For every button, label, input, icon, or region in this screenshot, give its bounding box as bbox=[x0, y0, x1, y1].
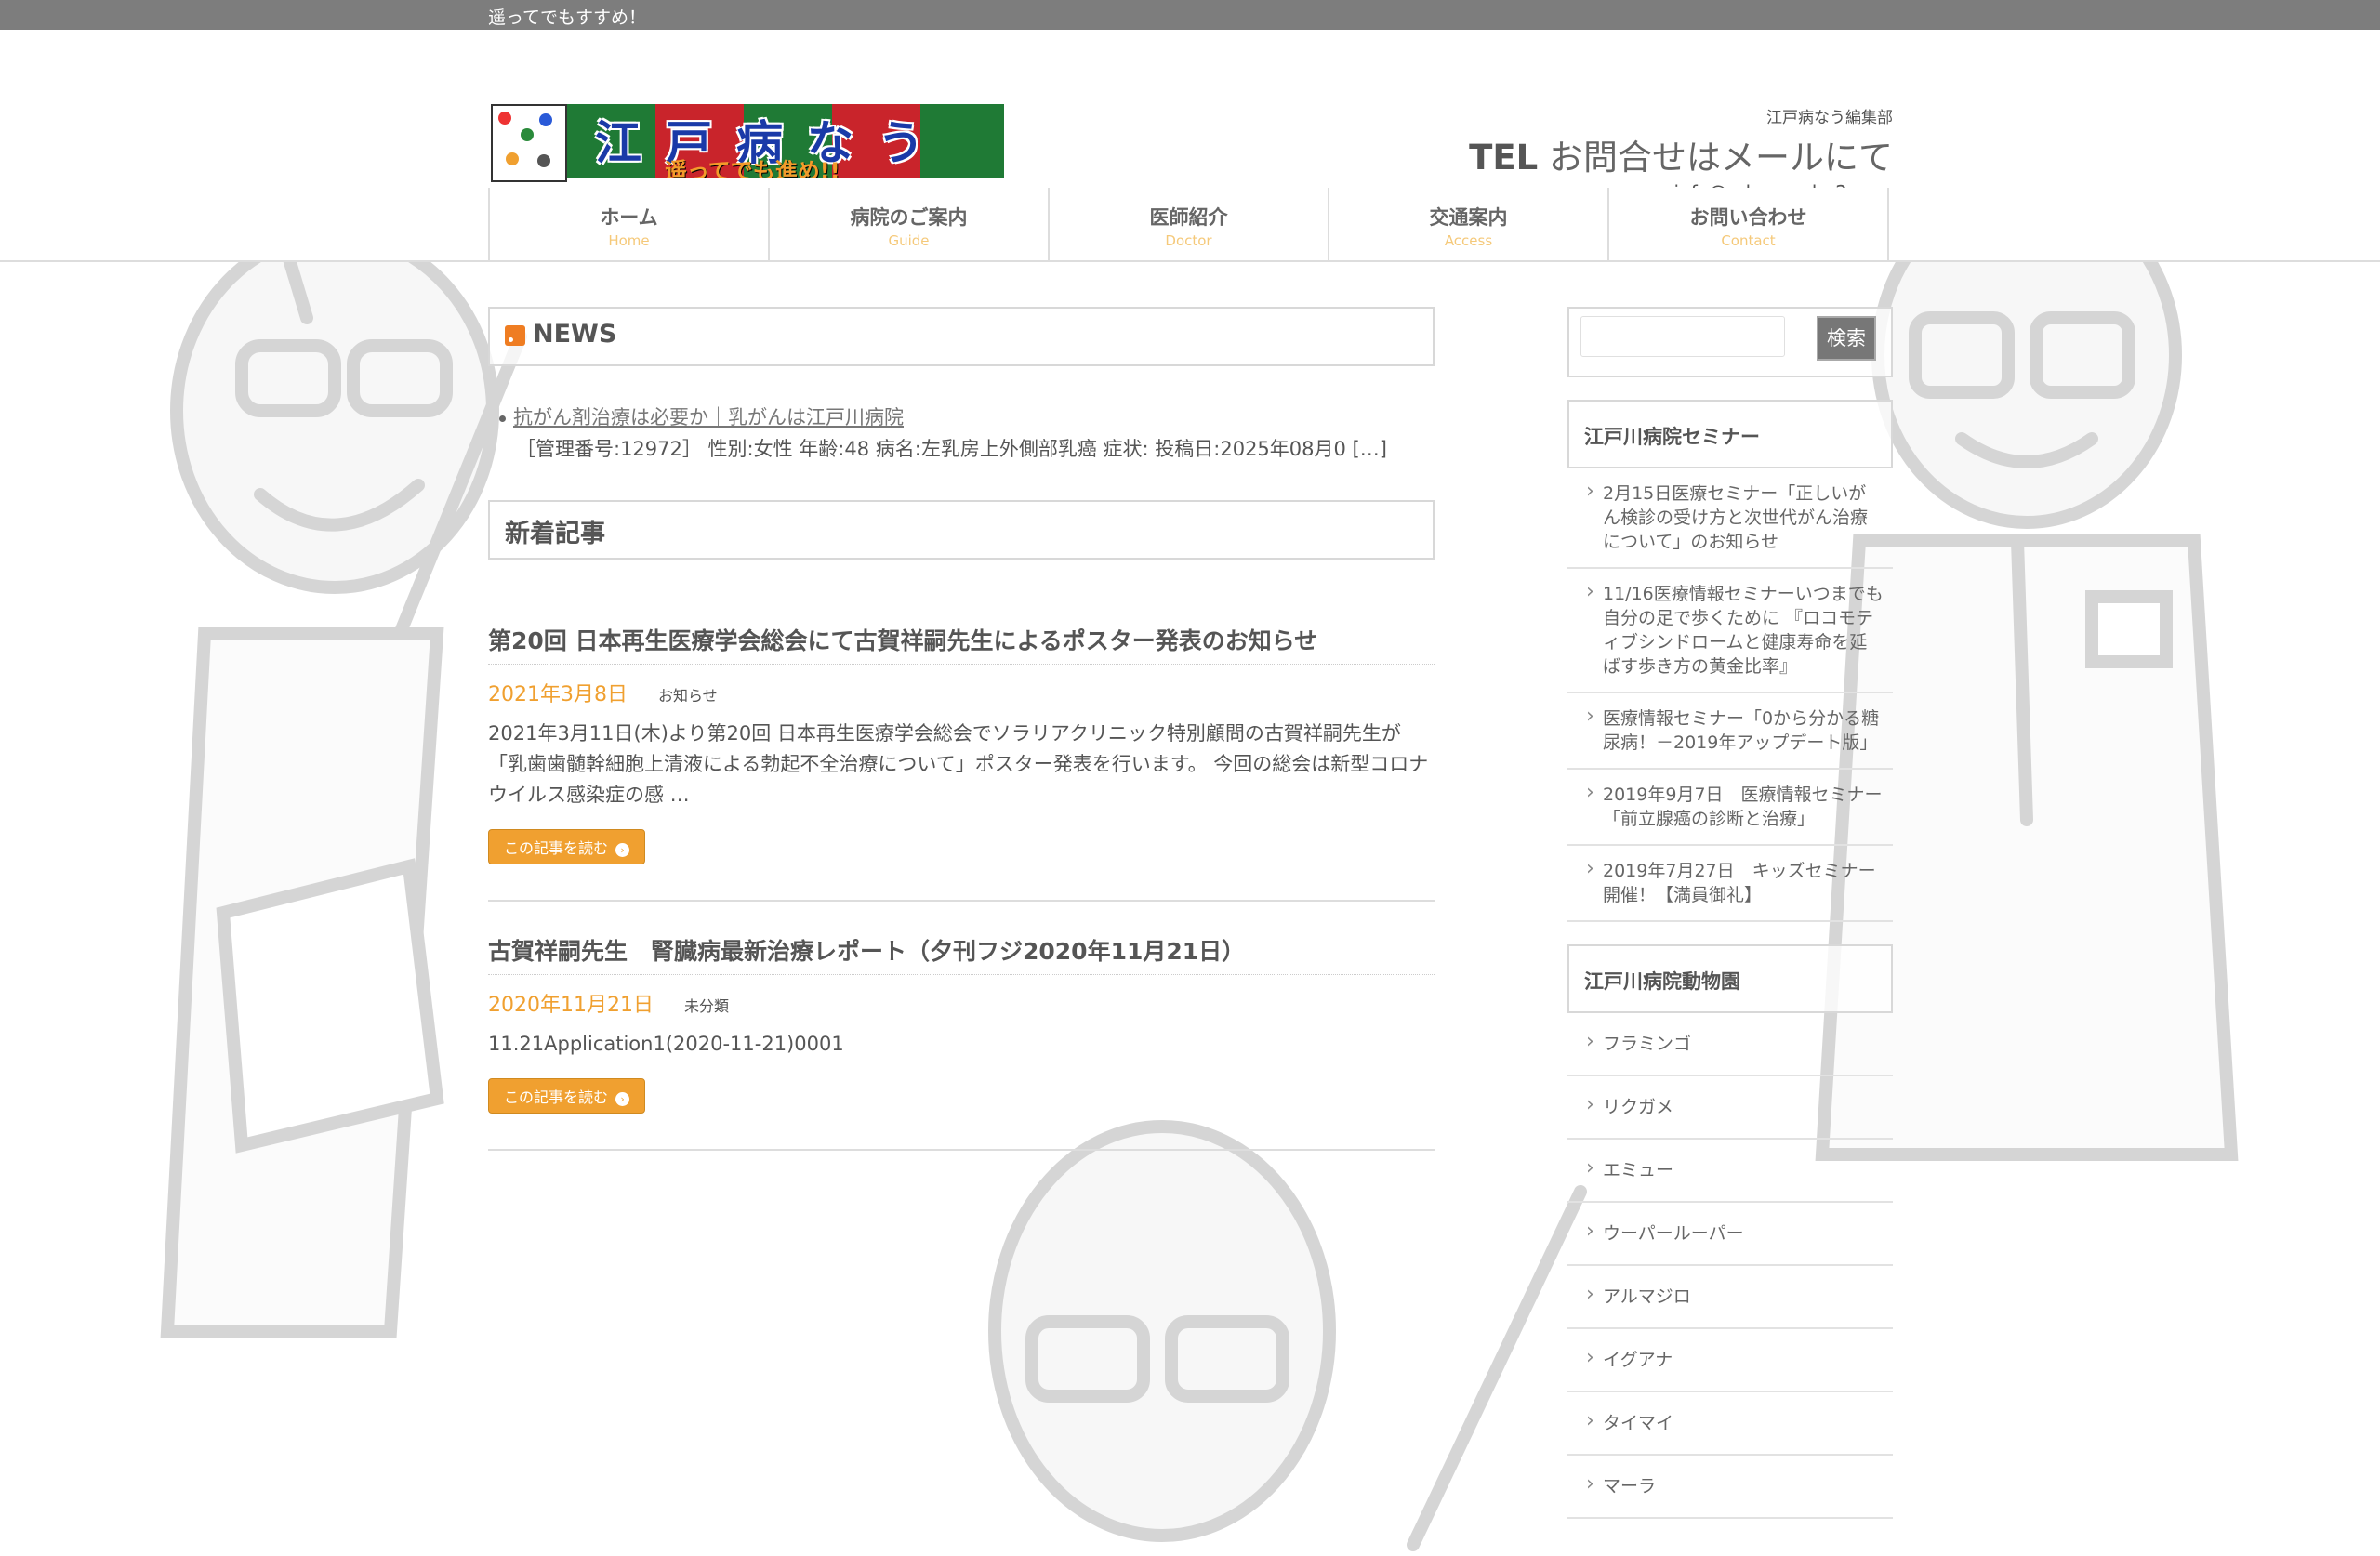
site-header: 江戸病なう 遥ってでも進め!! 江戸病なう編集部 TEL お問合せはメールにて … bbox=[0, 30, 2380, 204]
post-excerpt: 11.21Application1(2020-11-21)0001 bbox=[488, 1033, 844, 1055]
news-heading: NEWS bbox=[488, 307, 1435, 366]
site-logo[interactable]: 江戸病なう 遥ってでも進め!! bbox=[491, 74, 1004, 182]
seminar-item[interactable]: 2月15日医療セミナー「正しいがん検診の受け方と次世代がん治療について」のお知ら… bbox=[1567, 468, 1893, 569]
nav-item-contact[interactable]: お問い合わせ Contact bbox=[1609, 188, 1889, 260]
tel-label: TEL bbox=[1469, 138, 1539, 178]
news-heading-text: NEWS bbox=[533, 320, 617, 349]
latest-heading-text: 新着記事 bbox=[505, 520, 605, 548]
tel-text: お問合せはメールにて bbox=[1549, 138, 1893, 178]
news-item-excerpt: ［管理番号:12972］ 性別:女性 年齢:48 病名:左乳房上外側部乳癌 症状… bbox=[516, 438, 1387, 460]
search-input[interactable] bbox=[1580, 316, 1785, 357]
search-widget: 検索 bbox=[1567, 307, 1893, 377]
contact-dept: 江戸病なう編集部 bbox=[1766, 109, 1893, 127]
nav-sublabel: Doctor bbox=[1165, 232, 1212, 249]
zoo-item[interactable]: リクガメ bbox=[1567, 1076, 1893, 1140]
top-bar: 遥ってでもすすめ！ bbox=[0, 0, 2380, 30]
nav-label: 医師紹介 bbox=[1149, 206, 1228, 229]
rss-icon[interactable] bbox=[505, 325, 525, 346]
post-title[interactable]: 第20回 日本再生医療学会総会にて古賀祥嗣先生によるポスター発表のお知らせ bbox=[488, 623, 1435, 665]
nav-sublabel: Contact bbox=[1721, 232, 1776, 249]
zoo-item[interactable]: アルマジロ bbox=[1567, 1266, 1893, 1329]
news-item: 抗がん剤治療は必要か｜乳がんは江戸川病院 ［管理番号:12972］ 性別:女性 … bbox=[499, 402, 1435, 465]
nav-label: 病院のご案内 bbox=[850, 206, 968, 229]
post-item: 第20回 日本再生医療学会総会にて古賀祥嗣先生によるポスター発表のお知らせ 20… bbox=[488, 623, 1435, 902]
bullet-icon bbox=[499, 415, 506, 422]
post-title[interactable]: 古賀祥嗣先生 腎臓病最新治療レポート（夕刊フジ2020年11月21日） bbox=[488, 933, 1435, 975]
nav-sublabel: Home bbox=[608, 232, 650, 249]
read-more-label: この記事を読む bbox=[504, 839, 609, 857]
zoo-widget-title: 江戸川病院動物園 bbox=[1567, 944, 1893, 1013]
seminar-item[interactable]: 2019年7月27日 キッズセミナー開催！【満員御礼】 bbox=[1567, 846, 1893, 922]
zoo-item[interactable]: フラミンゴ bbox=[1567, 1013, 1893, 1076]
post-category[interactable]: 未分類 bbox=[684, 997, 729, 1015]
sidebar: 検索 江戸川病院セミナー 2月15日医療セミナー「正しいがん検診の受け方と次世代… bbox=[1567, 307, 1893, 1519]
zoo-widget: 江戸川病院動物園 フラミンゴ リクガメ エミュー ウーパールーパー アルマジロ … bbox=[1567, 944, 1893, 1519]
seminar-widget-title: 江戸川病院セミナー bbox=[1567, 400, 1893, 468]
seminar-item[interactable]: 11/16医療情報セミナーいつまでも自分の足で歩くために 『ロコモティブシンドロ… bbox=[1567, 569, 1893, 693]
nav-item-guide[interactable]: 病院のご案内 Guide bbox=[770, 188, 1050, 260]
read-more-label: この記事を読む bbox=[504, 1088, 609, 1106]
zoo-item[interactable]: ウーパールーパー bbox=[1567, 1203, 1893, 1266]
global-nav: ホーム Home 病院のご案内 Guide 医師紹介 Doctor 交通案内 Acces… bbox=[0, 188, 2380, 262]
nav-label: 交通案内 bbox=[1429, 206, 1508, 229]
logo-banner: 江戸病なう 遥ってでも進め!! bbox=[567, 104, 1004, 178]
read-more-button[interactable]: この記事を読む › bbox=[488, 1078, 646, 1114]
post-date: 2020年11月21日 bbox=[488, 994, 654, 1017]
post-date: 2021年3月8日 bbox=[488, 683, 628, 706]
nav-item-home[interactable]: ホーム Home bbox=[490, 188, 770, 260]
post-excerpt: 2021年3月11日(木)より第20回 日本再生医療学会総会でソラリアクリニック… bbox=[488, 722, 1429, 806]
latest-posts-heading: 新着記事 bbox=[488, 500, 1435, 560]
circle-arrow-icon: › bbox=[615, 843, 630, 857]
post-meta: 2021年3月8日 お知らせ bbox=[488, 678, 1435, 707]
post-item: 古賀祥嗣先生 腎臓病最新治療レポート（夕刊フジ2020年11月21日） 2020… bbox=[488, 933, 1435, 1151]
search-button[interactable]: 検索 bbox=[1817, 316, 1876, 361]
nav-label: お問い合わせ bbox=[1689, 206, 1807, 229]
contact-tel: TEL お問合せはメールにて bbox=[1469, 129, 1893, 179]
tagline: 遥ってでもすすめ！ bbox=[488, 7, 647, 28]
main-content: NEWS 抗がん剤治療は必要か｜乳がんは江戸川病院 ［管理番号:12972］ 性… bbox=[488, 307, 1435, 1151]
nav-sublabel: Guide bbox=[888, 232, 930, 249]
read-more-button[interactable]: この記事を読む › bbox=[488, 829, 646, 864]
post-category[interactable]: お知らせ bbox=[658, 687, 718, 705]
news-item-link[interactable]: 抗がん剤治療は必要か｜乳がんは江戸川病院 bbox=[513, 406, 904, 429]
nav-sublabel: Access bbox=[1444, 232, 1493, 249]
zoo-item[interactable]: マーラ bbox=[1567, 1456, 1893, 1519]
logo-mark bbox=[491, 104, 567, 182]
seminar-item[interactable]: 2019年9月7日 医療情報セミナー「前立腺癌の診断と治療」 bbox=[1567, 770, 1893, 846]
seminar-widget: 江戸川病院セミナー 2月15日医療セミナー「正しいがん検診の受け方と次世代がん治… bbox=[1567, 400, 1893, 922]
zoo-item[interactable]: イグアナ bbox=[1567, 1329, 1893, 1392]
zoo-item[interactable]: エミュー bbox=[1567, 1140, 1893, 1203]
nav-item-doctor[interactable]: 医師紹介 Doctor bbox=[1050, 188, 1329, 260]
zoo-item[interactable]: タイマイ bbox=[1567, 1392, 1893, 1456]
circle-arrow-icon: › bbox=[615, 1092, 630, 1106]
nav-item-access[interactable]: 交通案内 Access bbox=[1329, 188, 1609, 260]
seminar-item[interactable]: 医療情報セミナー「0から分かる糖尿病！－2019年アップデート版」 bbox=[1567, 693, 1893, 770]
post-meta: 2020年11月21日 未分類 bbox=[488, 988, 1435, 1018]
nav-label: ホーム bbox=[600, 206, 658, 229]
logo-subtitle: 遥ってでも進め!! bbox=[665, 158, 840, 178]
